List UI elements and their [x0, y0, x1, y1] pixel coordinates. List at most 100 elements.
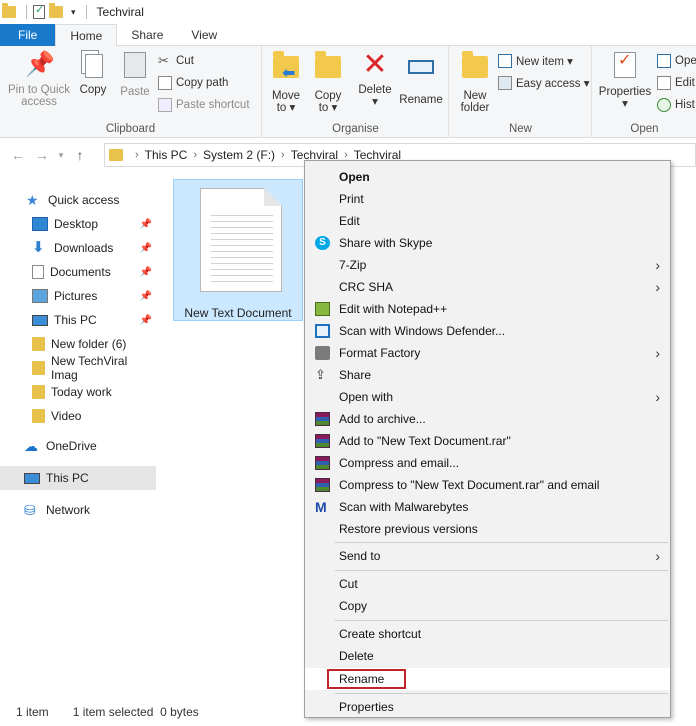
nav-pictures[interactable]: Pictures 📌 — [0, 284, 156, 308]
nav-today-work[interactable]: Today work — [0, 380, 156, 404]
pin-label-2: access — [21, 96, 57, 108]
menu-item-add-to-archive[interactable]: Add to archive... — [305, 408, 670, 430]
menu-item-share-with-skype[interactable]: S Share with Skype — [305, 232, 670, 254]
folder-icon — [2, 3, 16, 18]
clipboard-group: 📌 Pin to Quick access Copy Paste ✂ Cut C… — [0, 46, 262, 138]
menu-item-copy[interactable]: Copy — [305, 595, 670, 617]
new-folder-icon — [461, 51, 489, 86]
menu-item-label: 7-Zip — [339, 258, 367, 272]
nav-this-pc-quick[interactable]: This PC 📌 — [0, 308, 156, 332]
tab-share[interactable]: Share — [117, 24, 177, 46]
recent-locations-chevron-icon[interactable]: ▾ — [54, 150, 68, 161]
new-folder-label-2: folder — [460, 102, 490, 114]
menu-item-send-to[interactable]: Send to › — [305, 545, 670, 567]
menu-item-scan-with-defender[interactable]: Scan with Windows Defender... — [305, 320, 670, 342]
up-arrow-icon[interactable]: ↑ — [68, 147, 92, 163]
nav-video[interactable]: Video — [0, 404, 156, 428]
breadcrumb-chevron-icon[interactable]: › — [135, 149, 139, 161]
menu-item-label: Edit — [339, 214, 360, 228]
organise-group-label: Organise — [332, 123, 379, 135]
open-button[interactable]: Ope — [657, 52, 696, 70]
paste-shortcut-button[interactable]: Paste shortcut — [158, 96, 250, 114]
nav-new-techviral-imag[interactable]: New TechViral Imag — [0, 354, 156, 382]
nav-documents[interactable]: Documents 📌 — [0, 260, 156, 284]
paste-shortcut-icon — [158, 98, 172, 112]
menu-item-compress-to-rar-and-email[interactable]: Compress to "New Text Document.rar" and … — [305, 474, 670, 496]
easy-access-button[interactable]: Easy access ▾ — [498, 74, 590, 92]
menu-item-label: Compress to "New Text Document.rar" and … — [339, 478, 600, 492]
winrar-icon — [315, 478, 330, 492]
nav-quick-access[interactable]: ★ Quick access — [0, 188, 156, 212]
history-label: Hist — [675, 99, 695, 111]
menu-item-edit-with-notepadpp[interactable]: Edit with Notepad++ — [305, 298, 670, 320]
menu-item-label: Create shortcut — [339, 627, 422, 641]
cut-button[interactable]: ✂ Cut — [158, 52, 194, 70]
menu-item-open-with[interactable]: Open with › — [305, 386, 670, 408]
delete-button[interactable]: ✕ Delete ▾ — [355, 50, 395, 109]
menu-separator — [335, 693, 668, 694]
tab-home[interactable]: Home — [55, 24, 118, 47]
history-button[interactable]: Hist — [657, 96, 695, 114]
back-arrow-icon[interactable]: ← — [6, 147, 30, 163]
breadcrumb-this-pc[interactable]: This PC — [145, 148, 188, 162]
menu-item-format-factory[interactable]: Format Factory › — [305, 342, 670, 364]
menu-item-properties[interactable]: Properties — [305, 696, 670, 718]
menu-item-compress-and-email[interactable]: Compress and email... — [305, 452, 670, 474]
breadcrumb-drive[interactable]: System 2 (F:) — [203, 148, 275, 162]
rename-ribbon-button[interactable]: Rename — [397, 50, 445, 106]
properties-label-2: ▾ — [622, 98, 628, 110]
folder-icon — [32, 385, 45, 399]
nav-onedrive[interactable]: ☁ OneDrive — [0, 434, 156, 458]
rename-ribbon-label: Rename — [399, 94, 443, 106]
move-to-label: Move — [271, 90, 301, 102]
menu-item-open[interactable]: Open — [305, 166, 670, 188]
customize-quick-access-dropdown[interactable]: ▾ — [71, 7, 76, 18]
new-folder-button[interactable]: New folder — [456, 50, 494, 114]
delete-label-2: ▾ — [372, 96, 378, 108]
pin-icon: 📌 — [139, 314, 152, 326]
copy-path-button[interactable]: Copy path — [158, 74, 228, 92]
menu-item-share[interactable]: ⇪ Share — [305, 364, 670, 386]
format-factory-icon — [315, 346, 330, 360]
copy-button[interactable]: Copy — [74, 50, 112, 96]
breadcrumb-chevron-icon[interactable]: › — [281, 149, 285, 161]
copy-icon — [79, 50, 107, 80]
paste-button[interactable]: Paste — [116, 50, 154, 98]
edit-button[interactable]: Edit — [657, 74, 695, 92]
menu-item-cut[interactable]: Cut — [305, 573, 670, 595]
nav-this-pc[interactable]: This PC — [0, 466, 156, 490]
nav-desktop[interactable]: Desktop 📌 — [0, 212, 156, 236]
copy-to-button[interactable]: Copy to ▾ — [309, 50, 347, 114]
new-folder-quick-icon[interactable] — [49, 3, 63, 18]
move-to-icon: ⬅ — [272, 51, 300, 86]
tab-file[interactable]: File — [0, 24, 56, 46]
folder-icon — [32, 409, 45, 423]
file-item-new-text-document[interactable]: New Text Document — [173, 179, 303, 321]
nav-downloads[interactable]: ⬇ Downloads 📌 — [0, 236, 156, 260]
menu-item-scan-with-malwarebytes[interactable]: M Scan with Malwarebytes — [305, 496, 670, 518]
properties-button[interactable]: Properties ▾ — [597, 50, 653, 110]
tab-view[interactable]: View — [177, 24, 231, 46]
folder-icon — [32, 361, 45, 375]
menu-item-7zip[interactable]: 7-Zip › — [305, 254, 670, 276]
menu-item-label: Format Factory — [339, 346, 421, 360]
organise-group: ⬅ Move to ▾ Copy to ▾ ✕ Delete ▾ Rename … — [263, 46, 449, 138]
move-to-button[interactable]: ⬅ Move to ▾ — [267, 50, 305, 114]
menu-item-print[interactable]: Print — [305, 188, 670, 210]
menu-item-delete[interactable]: Delete — [305, 645, 670, 667]
menu-item-create-shortcut[interactable]: Create shortcut — [305, 623, 670, 645]
nav-network[interactable]: ⛁ Network — [0, 498, 156, 522]
nav-new-folder-6[interactable]: New folder (6) — [0, 332, 156, 356]
pin-to-quick-access-button[interactable]: 📌 Pin to Quick access — [6, 50, 72, 108]
menu-item-restore-previous-versions[interactable]: Restore previous versions — [305, 518, 670, 540]
forward-arrow-icon[interactable]: → — [30, 147, 54, 163]
copy-path-icon — [158, 76, 172, 90]
properties-quick-icon[interactable] — [33, 3, 45, 19]
menu-item-add-to-rar[interactable]: Add to "New Text Document.rar" — [305, 430, 670, 452]
pin-icon: 📌 — [139, 242, 152, 254]
winrar-icon — [315, 412, 330, 426]
menu-item-edit[interactable]: Edit — [305, 210, 670, 232]
breadcrumb-chevron-icon[interactable]: › — [193, 149, 197, 161]
new-item-button[interactable]: New item ▾ — [498, 52, 573, 70]
menu-item-crc-sha[interactable]: CRC SHA › — [305, 276, 670, 298]
